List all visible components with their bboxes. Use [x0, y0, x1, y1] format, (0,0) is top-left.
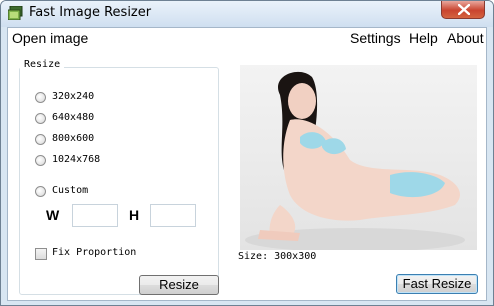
- resize-group-legend: Resize: [20, 59, 65, 70]
- width-input[interactable]: [72, 204, 118, 227]
- size-value: 300x300: [274, 251, 317, 262]
- radio-label: 320x240: [52, 91, 95, 102]
- image-preview: [240, 65, 477, 250]
- menu-about[interactable]: About: [447, 30, 484, 46]
- title-bar[interactable]: Fast Image Resizer: [1, 1, 493, 27]
- menu-settings[interactable]: Settings: [350, 30, 401, 46]
- client-area: Open image Settings Help About Resize 32…: [7, 27, 487, 301]
- radio-label: 1024x768: [52, 154, 101, 165]
- close-button[interactable]: [441, 1, 485, 19]
- app-icon: [8, 6, 23, 20]
- resize-groupbox: [19, 67, 219, 295]
- menu-bar: Open image Settings Help About: [8, 28, 486, 48]
- fast-resize-button[interactable]: Fast Resize: [396, 274, 478, 294]
- size-label: Size:: [238, 251, 269, 262]
- app-window: Fast Image Resizer Open image Settings H…: [0, 0, 494, 306]
- photo-preview-icon: [240, 65, 477, 250]
- image-size: Size: 300x300: [238, 251, 316, 262]
- menu-help[interactable]: Help: [409, 30, 438, 46]
- radio-button[interactable]: [35, 134, 46, 145]
- radio-button[interactable]: [35, 92, 46, 103]
- radio-button[interactable]: [35, 113, 46, 124]
- fix-proportion-checkbox[interactable]: [35, 248, 47, 260]
- close-icon: [458, 4, 470, 15]
- radio-label: 800x600: [52, 133, 95, 144]
- height-input[interactable]: [150, 204, 196, 227]
- radio-button[interactable]: [35, 155, 46, 166]
- radio-label: Custom: [52, 185, 89, 196]
- radio-label: 640x480: [52, 112, 95, 123]
- height-label: H: [129, 207, 140, 223]
- resize-button[interactable]: Resize: [139, 275, 219, 295]
- window-title: Fast Image Resizer: [29, 5, 152, 20]
- width-label: W: [46, 207, 60, 223]
- menu-open-image[interactable]: Open image: [12, 30, 88, 46]
- fix-proportion-label: Fix Proportion: [52, 247, 137, 258]
- radio-button[interactable]: [35, 186, 46, 197]
